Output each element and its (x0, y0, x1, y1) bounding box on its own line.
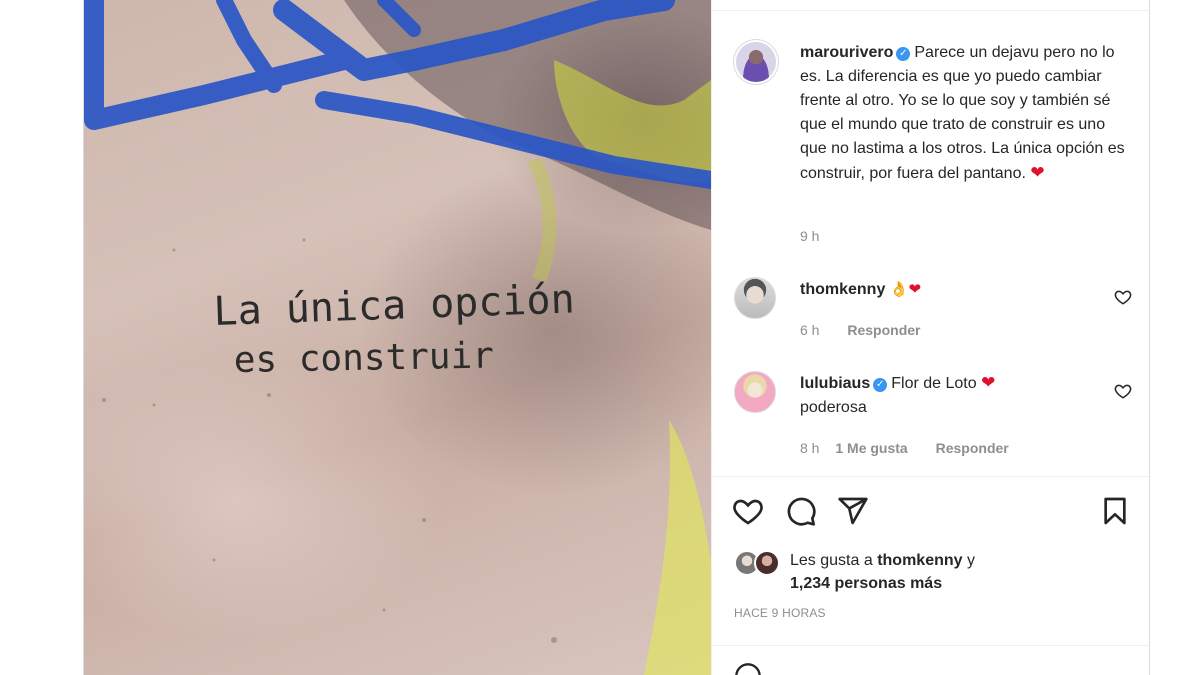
post-photo[interactable]: La única opción es construir (84, 0, 711, 675)
comments-panel: marourivero ✓ Parece un dejavu pero no lo … (711, 0, 1149, 675)
liker-avatar (754, 550, 780, 576)
comment-time: 6 h (800, 322, 820, 338)
red-heart-emoji-icon: ❤ (1030, 163, 1045, 183)
comment-icon[interactable] (785, 495, 817, 527)
comment-meta: 8 h 1 Me gusta Responder (800, 439, 1009, 457)
caption: marourivero ✓ Parece un dejavu pero no lo … (800, 41, 1130, 186)
comment-likes-count[interactable]: 1 Me gusta (835, 440, 907, 456)
comment-thomkenny: thomkenny 👌❤ (800, 277, 921, 302)
emoji-icon[interactable] (734, 662, 762, 675)
caption-text: Parece un dejavu pero no lo es. La difer… (800, 44, 1125, 182)
likes-joiner: y (966, 552, 975, 569)
handwriting-line1: La única opción (213, 276, 576, 335)
heart-icon[interactable] (732, 495, 764, 527)
caption-username[interactable]: marourivero (800, 44, 893, 61)
comment-username[interactable]: thomkenny (800, 281, 885, 298)
comment-meta: 6 h Responder (800, 321, 920, 339)
avatar[interactable] (734, 277, 776, 319)
like-comment-heart-icon[interactable] (1114, 288, 1132, 306)
comment-lulubiaus: lulubiaus ✓ Flor de Loto ❤ poderosa (800, 371, 1110, 420)
post-timestamp: HACE 9 HORAS (734, 606, 826, 620)
comment-text-line2: poderosa (800, 399, 867, 416)
avatar[interactable] (734, 371, 776, 413)
likes-others[interactable]: 1,234 personas más (790, 575, 942, 592)
actions-divider (712, 476, 1149, 477)
header-divider (712, 10, 1149, 11)
avatar[interactable] (734, 40, 778, 84)
like-comment-heart-icon[interactable] (1114, 382, 1132, 400)
caption-time: 9 h (800, 228, 820, 244)
likes-user[interactable]: thomkenny (877, 552, 962, 569)
bookmark-icon[interactable] (1099, 495, 1131, 527)
likes-summary: Les gusta a thomkenny y 1,234 personas m… (790, 549, 975, 595)
share-icon[interactable] (837, 495, 869, 527)
comment-text: Flor de Loto (891, 375, 977, 392)
likes-prefix: Les gusta a (790, 552, 873, 569)
reply-button[interactable]: Responder (936, 440, 1009, 456)
comment-time: 8 h (800, 440, 820, 456)
comment-text: 👌❤ (889, 280, 922, 298)
reply-button[interactable]: Responder (847, 322, 920, 338)
handwriting-line2: es construir (233, 335, 494, 381)
red-heart-emoji-icon: ❤ (981, 373, 996, 393)
comment-box-divider (712, 645, 1149, 646)
post-dialog: La única opción es construir marourivero… (83, 0, 1150, 675)
graffiti-wall-image: La única opción es construir (84, 0, 711, 675)
verified-badge-icon: ✓ (873, 378, 888, 392)
verified-badge-icon: ✓ (896, 47, 911, 61)
comment-username[interactable]: lulubiaus (800, 375, 870, 392)
